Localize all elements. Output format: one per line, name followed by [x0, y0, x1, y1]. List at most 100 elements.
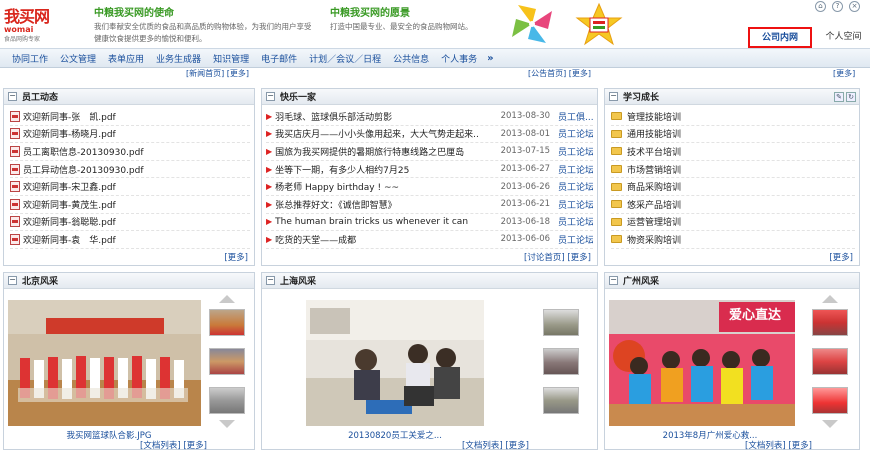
nav-personal-affairs[interactable]: 个人事务 — [435, 52, 483, 65]
vision-block: 中粮我买网的愿景 打造中国最专业、最安全的食品购物网站。 — [330, 4, 473, 33]
thumbnail[interactable] — [812, 309, 848, 336]
list-item[interactable]: 管理技能培训 — [611, 108, 855, 126]
collapse-icon[interactable]: − — [8, 276, 17, 285]
scroll-down-arrow[interactable] — [219, 420, 235, 428]
list-item[interactable]: 市场营销培训 — [611, 161, 855, 179]
tab-company-intranet[interactable]: 公司内网 — [748, 27, 812, 48]
item-tag[interactable]: 员工论坛 — [558, 127, 593, 140]
scroll-down-arrow[interactable] — [553, 420, 569, 428]
scroll-down-arrow[interactable] — [822, 420, 838, 428]
list-item[interactable]: 运营管理培训 — [611, 214, 855, 232]
thumbnail[interactable] — [209, 309, 245, 336]
panel-staff-news: − 员工动态 欢迎新同事-张 凯.pdf 欢迎新同事-杨晓月.pdf 员工离职信… — [3, 88, 255, 266]
list-item[interactable]: 欢迎新同事-张 凯.pdf — [10, 108, 250, 126]
scroll-up-arrow[interactable] — [822, 295, 838, 303]
list-item[interactable]: 欢迎新同事-翁聪聪.pdf — [10, 214, 250, 232]
main-photo[interactable]: 爱心直达 — [609, 300, 795, 426]
nav-more-button[interactable]: » — [483, 53, 493, 64]
nav-forms[interactable]: 表单应用 — [102, 52, 150, 65]
main-photo[interactable] — [306, 300, 484, 426]
item-text: 市场营销培训 — [627, 165, 682, 176]
thumbnail[interactable] — [812, 387, 848, 414]
help-icon[interactable]: ? — [832, 1, 843, 12]
list-item[interactable]: 商品采购培训 — [611, 178, 855, 196]
mission-desc-1: 我们奉献安全优质的食品和高品质的购物体验，为我们的用户享受 — [94, 22, 312, 31]
thumbnail[interactable] — [812, 348, 848, 375]
nav-business-generator[interactable]: 业务生成器 — [150, 52, 207, 65]
nav-knowledge[interactable]: 知识管理 — [207, 52, 255, 65]
list-item[interactable]: ▶ 国旅为我买网提供的暑期旅行特惠线路之巴厘岛 2013-07-15 员工论坛 — [266, 143, 593, 161]
list-item[interactable]: 欢迎新同事-宋卫鑫.pdf — [10, 178, 250, 196]
thumbnail[interactable] — [543, 309, 579, 336]
more-link[interactable]: [更多] — [224, 251, 248, 263]
refresh-icon[interactable]: ↻ — [846, 91, 856, 102]
collapse-icon[interactable]: − — [266, 92, 275, 101]
list-item[interactable]: 欢迎新同事-袁 华.pdf — [10, 231, 250, 249]
panel-header: − 广州风采 — [605, 273, 859, 289]
item-tag[interactable]: 员工论坛 — [558, 233, 593, 246]
item-tag[interactable]: 员工论坛 — [558, 180, 593, 193]
more-link[interactable]: [讨论首页] [更多] — [524, 251, 591, 263]
mission-title: 中粮我买网的使命 — [94, 8, 174, 19]
list-item[interactable]: ▶ 坐等下一期，有多少人相约7月25 2013-06-27 员工论坛 — [266, 161, 593, 179]
item-tag[interactable]: 员工论坛 — [558, 163, 593, 176]
footer-links[interactable]: [文档列表] [更多] — [140, 439, 207, 451]
logo[interactable]: 我买网 womai 食品网购专家 — [4, 3, 50, 43]
prev-row-middle-links[interactable]: [公告首页] [更多] — [528, 68, 591, 80]
nav-email[interactable]: 电子邮件 — [255, 52, 303, 65]
list-item[interactable]: 欢迎新同事-黄茂生.pdf — [10, 196, 250, 214]
item-tag[interactable]: 员工论坛 — [558, 215, 593, 228]
thumbnail[interactable] — [209, 387, 245, 414]
item-text: 商品采购培训 — [627, 183, 682, 194]
arrow-icon: ▶ — [266, 234, 273, 244]
item-date: 2013-07-15 — [500, 146, 551, 157]
edit-icon[interactable]: ✎ — [834, 91, 844, 102]
scroll-up-arrow[interactable] — [219, 295, 235, 303]
arrow-icon: ▶ — [266, 111, 273, 121]
list-item[interactable]: ▶ 我买店庆月——小小头像用起来，大大气势走起来.. 2013-08-01 员工论坛 — [266, 126, 593, 144]
thumbnail[interactable] — [543, 348, 579, 375]
item-tag[interactable]: 员工论坛 — [558, 198, 593, 211]
list-item[interactable]: 欢迎新同事-杨晓月.pdf — [10, 126, 250, 144]
panel-header: − 北京风采 — [4, 273, 254, 289]
collapse-icon[interactable]: − — [266, 276, 275, 285]
footer-links[interactable]: [文档列表] [更多] — [462, 439, 529, 451]
prev-row-left-links[interactable]: [新闻首页] [更多] — [186, 68, 249, 80]
logout-icon[interactable]: × — [849, 1, 860, 12]
tab-personal-space[interactable]: 个人空间 — [817, 29, 870, 48]
main-photo[interactable] — [8, 300, 201, 426]
nav-calendar[interactable]: 计划／会议／日程 — [303, 52, 387, 65]
footer-links[interactable]: [文档列表] [更多] — [745, 439, 812, 451]
nav-collaboration[interactable]: 协同工作 — [6, 52, 54, 65]
collapse-icon[interactable]: − — [609, 276, 618, 285]
list-item[interactable]: ▶ The human brain tricks us whenever it c… — [266, 214, 593, 232]
collapse-icon[interactable]: − — [8, 92, 17, 101]
item-tag[interactable]: 员工俱... — [558, 110, 593, 123]
list-item[interactable]: 通用技能培训 — [611, 126, 855, 144]
item-text: 羽毛球、篮球俱乐部活动剪影 — [275, 112, 393, 123]
list-item[interactable]: 员工异动信息-20130930.pdf — [10, 161, 250, 179]
list-item[interactable]: ▶ 吃货的天堂——成都 2013-06-06 员工论坛 — [266, 231, 593, 249]
list-item[interactable]: ▶ 张总推荐好文：《诚信即智慧》 2013-06-21 员工论坛 — [266, 196, 593, 214]
home-icon[interactable]: ⌂ — [815, 1, 826, 12]
list-item[interactable]: 悠采产品培训 — [611, 196, 855, 214]
list-item[interactable]: ▶ 羽毛球、篮球俱乐部活动剪影 2013-08-30 员工俱... — [266, 108, 593, 126]
more-link[interactable]: [更多] — [829, 251, 853, 263]
item-text: 坐等下一期，有多少人相约7月25 — [275, 165, 410, 176]
list-item[interactable]: 物资采购培训 — [611, 231, 855, 249]
nav-documents[interactable]: 公文管理 — [54, 52, 102, 65]
scroll-up-arrow[interactable] — [553, 295, 569, 303]
arrow-icon: ▶ — [266, 129, 273, 139]
pdf-icon — [10, 233, 20, 245]
nav-public-info[interactable]: 公共信息 — [387, 52, 435, 65]
prev-row-right-links[interactable]: [更多] — [833, 68, 855, 80]
list-item[interactable]: 员工离职信息-20130930.pdf — [10, 143, 250, 161]
thumbnail[interactable] — [543, 387, 579, 414]
top-icons: ⌂ ? × — [815, 1, 860, 12]
collapse-icon[interactable]: − — [609, 92, 618, 101]
list-item[interactable]: 技术平台培训 — [611, 143, 855, 161]
item-tag[interactable]: 员工论坛 — [558, 145, 593, 158]
thumbnail[interactable] — [209, 348, 245, 375]
list-item[interactable]: ▶ 杨老师 Happy birthday ! ~~ 2013-06-26 员工论坛 — [266, 178, 593, 196]
arrow-icon: ▶ — [266, 146, 273, 156]
